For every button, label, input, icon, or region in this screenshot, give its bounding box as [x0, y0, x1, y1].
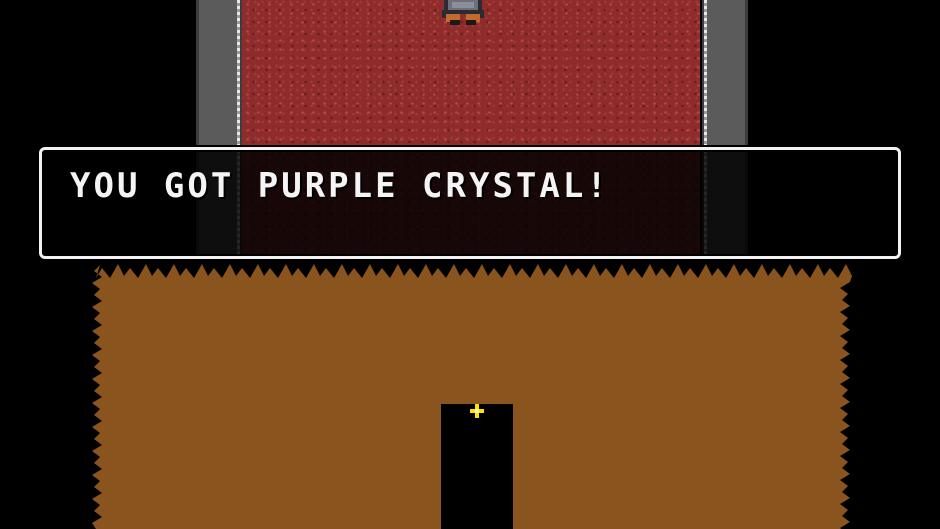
player-sprite	[442, 0, 484, 25]
dialog-box[interactable]: YOU GOT PURPLE CRYSTAL!	[39, 147, 901, 259]
game-scene: YOU GOT PURPLE CRYSTAL!	[0, 0, 940, 529]
dark-doorway[interactable]	[441, 404, 513, 529]
dialog-message: YOU GOT PURPLE CRYSTAL!	[70, 166, 610, 206]
sparkle-icon[interactable]	[470, 404, 484, 418]
